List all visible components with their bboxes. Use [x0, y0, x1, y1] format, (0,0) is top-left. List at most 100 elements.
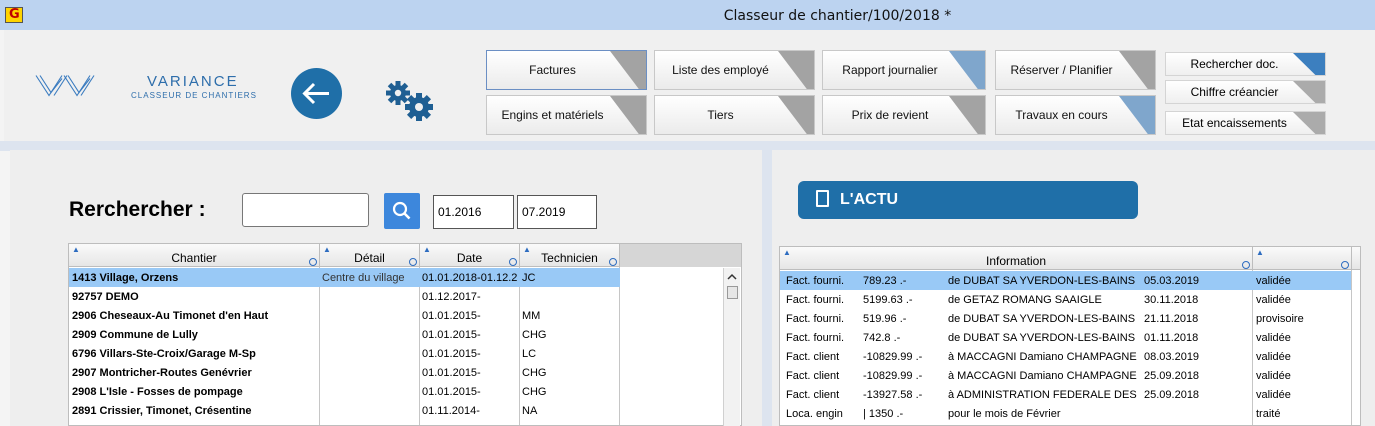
sort-icon: ▲: [523, 245, 531, 254]
cell-technicien: CHG: [522, 328, 547, 341]
cell-technicien: NA: [522, 404, 538, 417]
cell-technicien: [519, 287, 619, 306]
sort-icon: ▲: [423, 245, 431, 254]
tiers-button[interactable]: Tiers: [654, 95, 815, 135]
header-filler: [620, 244, 741, 267]
cell-amount: 519.96 .-: [863, 312, 907, 325]
cell-status: validée: [1256, 388, 1291, 401]
info-row[interactable]: Fact. client -10829.99 .- à MACCAGNI Damia…: [780, 347, 1351, 366]
table-row[interactable]: 2906 Cheseaux-Au Timonet d'en Haut 01.01.…: [69, 306, 620, 325]
tiers-label: Tiers: [707, 108, 734, 122]
table-row[interactable]: 6796 Villars-Ste-Croix/Garage M-Sp 01.01.…: [69, 344, 620, 363]
filter-icon[interactable]: [1242, 261, 1250, 269]
info-row[interactable]: Fact. fourni. 519.96 .- de DUBAT SA YVERDO…: [780, 309, 1351, 328]
prix-de-revient-button[interactable]: Prix de revient: [822, 95, 986, 135]
engins-materiels-button[interactable]: Engins et matériels: [486, 95, 647, 135]
cell-detail: [319, 401, 419, 420]
cell-amount: -13927.58 .-: [863, 388, 923, 401]
table-row[interactable]: 2891 Crissier, Timonet, Crésentine 01.11.…: [69, 401, 620, 420]
date-to-input[interactable]: 07.2019: [517, 195, 597, 229]
col-detail[interactable]: ▲ Détail: [320, 244, 420, 267]
cell-type: Fact. fourni.: [786, 293, 845, 306]
date-from-input[interactable]: 01.2016: [433, 195, 514, 229]
info-row[interactable]: Fact. fourni. 5199.63 .- de GETAZ ROMANG S…: [780, 290, 1351, 309]
cell-chantier: 92757 DEMO: [72, 290, 139, 303]
rechercher-doc-button[interactable]: Rechercher doc.: [1165, 52, 1326, 76]
col-information[interactable]: ▲ Information: [780, 247, 1253, 270]
cell-chantier: 2908 L'Isle - Fosses de pompage: [72, 385, 243, 398]
cell-type: Loca. engin: [786, 407, 843, 420]
info-table: ▲ Information ▲ Fact. fourni. 789.23 .- de …: [779, 246, 1361, 426]
cell-chantier: 6796 Villars-Ste-Croix/Garage M-Sp: [72, 347, 256, 360]
cell-date: [1141, 404, 1251, 423]
cell-technicien: CHG: [522, 366, 547, 379]
sort-icon: ▲: [1256, 248, 1264, 257]
cell-date: 30.11.2018: [1144, 293, 1199, 306]
col-technicien-label: Technicien: [541, 250, 598, 265]
cell-type: Fact. fourni.: [786, 274, 845, 287]
cell-date: 25.09.2018: [1144, 369, 1200, 382]
cell-status: validée: [1256, 369, 1291, 382]
filter-icon[interactable]: [1341, 261, 1349, 269]
scroll-up-icon[interactable]: [724, 270, 740, 284]
actu-header: L'ACTU: [798, 181, 1138, 219]
travaux-en-cours-button[interactable]: Travaux en cours: [995, 95, 1156, 135]
scroll-thumb[interactable]: [727, 286, 738, 299]
filter-icon[interactable]: [509, 258, 517, 266]
info-row[interactable]: Fact. fourni. 789.23 .- de DUBAT SA YVERDO…: [780, 271, 1351, 290]
search-button[interactable]: [384, 193, 420, 229]
cell-detail: [319, 363, 419, 382]
cell-date: 08.03.2019: [1144, 350, 1200, 363]
cell-date: 25.09.2018: [1144, 388, 1200, 401]
info-row[interactable]: Loca. engin | 1350 .- pour le mois de Févr…: [780, 404, 1351, 423]
filter-icon[interactable]: [309, 258, 317, 266]
table-row[interactable]: 1413 Village, Orzens Centre du village 01.…: [69, 268, 620, 287]
liste-employe-button[interactable]: Liste des employé: [654, 50, 815, 90]
cell-type: Fact. fourni.: [786, 312, 845, 325]
chiffre-creancier-button[interactable]: Chiffre créancier: [1165, 80, 1326, 104]
col-information-label: Information: [985, 253, 1047, 268]
cell-date: 01.11.2014-: [422, 404, 480, 417]
reserver-planifier-button[interactable]: Réserver / Planifier: [995, 50, 1156, 90]
col-chantier[interactable]: ▲ Chantier: [69, 244, 320, 267]
info-row[interactable]: Fact. client -13927.58 .- à ADMINISTRATION…: [780, 385, 1351, 404]
cell-chantier: 2906 Cheseaux-Au Timonet d'en Haut: [72, 309, 269, 322]
cell-status: traité: [1256, 407, 1281, 420]
cell-desc: à MACCAGNI Damiano CHAMPAGNE: [948, 350, 1137, 363]
cell-amount: -10829.99 .-: [863, 369, 923, 382]
cell-technicien: LC: [522, 347, 537, 360]
rapport-journalier-label: Rapport journalier: [842, 63, 938, 77]
cell-status: validée: [1256, 350, 1291, 363]
rapport-journalier-button[interactable]: Rapport journalier: [822, 50, 986, 90]
table-row[interactable]: 92757 DEMO 01.12.2017-: [69, 287, 620, 306]
info-row[interactable]: Fact. fourni. 742.8 .- de DUBAT SA YVERDON…: [780, 328, 1351, 347]
cell-status: validée: [1256, 293, 1291, 306]
settings-button[interactable]: [384, 80, 436, 124]
cell-detail: [319, 287, 419, 306]
cell-date: 01.01.2015-: [422, 385, 481, 398]
col-detail-label: Détail: [354, 250, 385, 265]
col-technicien[interactable]: ▲ Technicien: [520, 244, 620, 267]
chantier-scrollbar[interactable]: [723, 268, 740, 426]
table-row[interactable]: 2907 Montricher-Routes Genévrier 01.01.20…: [69, 363, 620, 382]
arrow-left-icon: [302, 82, 329, 105]
cell-type: Fact. fourni.: [786, 331, 845, 344]
title-bar: G Classeur de chantier/100/2018 *: [0, 0, 1375, 30]
factures-button[interactable]: Factures: [486, 50, 647, 90]
info-row[interactable]: Fact. client -10829.99 .- à MACCAGNI Damia…: [780, 366, 1351, 385]
col-date[interactable]: ▲ Date: [420, 244, 520, 267]
filter-icon[interactable]: [609, 258, 617, 266]
cell-amount: 5199.63 .-: [863, 293, 913, 306]
table-row[interactable]: 2909 Commune de Lully 01.01.2015- CHG: [69, 325, 620, 344]
cell-desc: pour le mois de Février: [948, 407, 1061, 420]
etat-encaissements-button[interactable]: Etat encaissements: [1165, 111, 1326, 135]
engins-materiels-label: Engins et matériels: [501, 108, 604, 122]
cell-status: validée: [1256, 274, 1291, 287]
cell-date: 05.03.2019: [1144, 274, 1200, 287]
back-button[interactable]: [291, 68, 342, 119]
col-status[interactable]: ▲: [1253, 247, 1352, 270]
search-input[interactable]: [242, 193, 369, 227]
variance-logo: [35, 75, 95, 97]
table-row[interactable]: 2908 L'Isle - Fosses de pompage 01.01.201…: [69, 382, 620, 401]
filter-icon[interactable]: [409, 258, 417, 266]
